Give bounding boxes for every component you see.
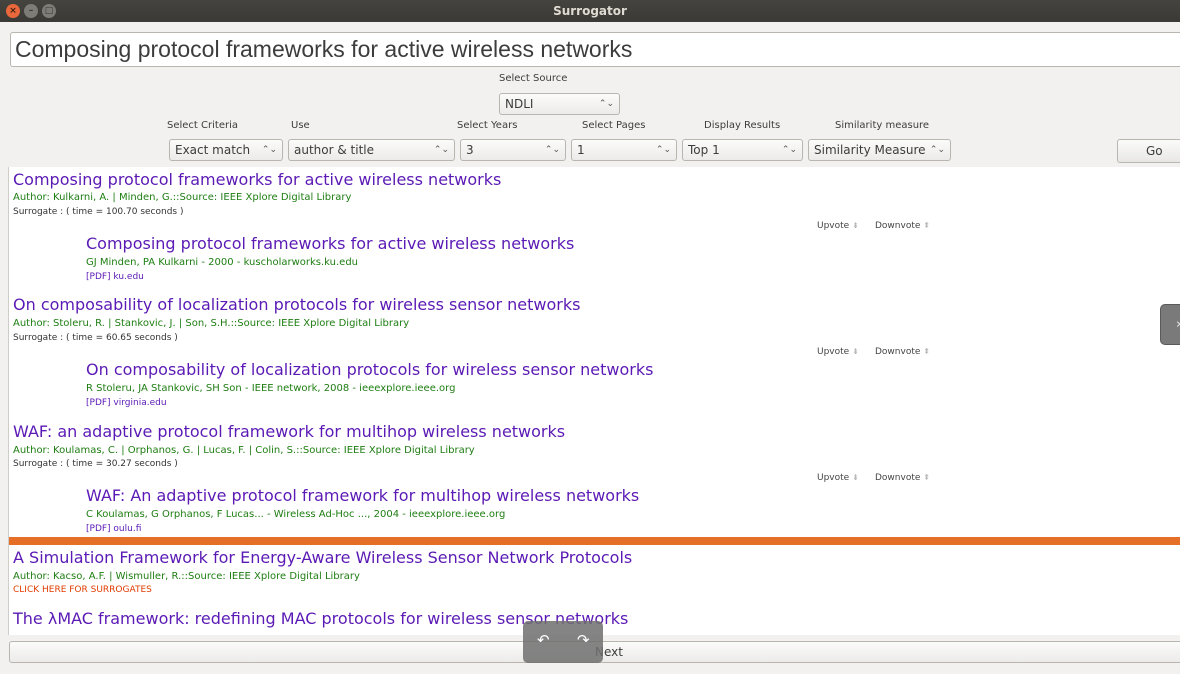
chevron-updown-icon: ⌃⌄ <box>598 99 614 109</box>
upvote-icon: ⇟ <box>852 347 859 356</box>
upvote-button[interactable]: Upvote ⇟ <box>817 221 859 231</box>
result-author: Author: Kacso, A.F. | Wismuller, R.::Sou… <box>13 571 360 582</box>
redo-arrow-icon[interactable]: ↷ <box>577 631 590 649</box>
result-author: Author: Kulkarni, A. | Minden, G.::Sourc… <box>13 192 352 203</box>
surrogate-title[interactable]: On composability of localization protoco… <box>86 360 653 379</box>
surrogate-pdf-link[interactable]: [PDF] virginia.edu <box>86 398 167 408</box>
window-titlebar: × – □ Surrogator <box>0 0 1180 22</box>
select-years-label: Select Years <box>457 120 518 131</box>
surrogate-pdf-link[interactable]: [PDF] oulu.fi <box>86 524 141 534</box>
criteria-select[interactable]: Exact match ⌃⌄ <box>169 139 283 161</box>
chevron-updown-icon: ⌃⌄ <box>433 145 449 155</box>
similarity-measure-select[interactable]: Similarity Measure ⌃⌄ <box>808 139 951 161</box>
select-pages-label: Select Pages <box>582 120 646 131</box>
years-select[interactable]: 3 ⌃⌄ <box>460 139 566 161</box>
chevron-updown-icon: ⌃⌄ <box>781 145 797 155</box>
maximize-window-icon[interactable]: □ <box>42 4 56 18</box>
use-select-value: author & title <box>294 143 374 157</box>
query-input[interactable]: Composing protocol frameworks for active… <box>10 32 1180 67</box>
pages-select[interactable]: 1 ⌃⌄ <box>571 139 677 161</box>
result-author: Author: Stoleru, R. | Stankovic, J. | So… <box>13 318 410 329</box>
years-select-value: 3 <box>466 143 474 157</box>
chevron-updown-icon: ⌃⌄ <box>655 145 671 155</box>
result-author: Author: Koulamas, C. | Orphanos, G. | Lu… <box>13 445 475 456</box>
downvote-label: Downvote <box>875 347 921 357</box>
upvote-icon: ⇟ <box>852 221 859 230</box>
result-title[interactable]: Composing protocol frameworks for active… <box>13 170 501 189</box>
select-criteria-label: Select Criteria <box>167 120 238 131</box>
chevron-right-icon: › <box>1176 317 1180 332</box>
downvote-label: Downvote <box>875 221 921 231</box>
downvote-button[interactable]: Downvote ⇞ <box>875 473 930 483</box>
downvote-icon: ⇞ <box>923 473 930 482</box>
display-results-value: Top 1 <box>688 143 720 157</box>
display-results-label: Display Results <box>704 120 781 131</box>
go-button[interactable]: Go <box>1117 139 1180 163</box>
result-title[interactable]: On composability of localization protoco… <box>13 295 580 314</box>
result-surrogate-time: Surrogate : ( time = 100.70 seconds ) <box>13 207 184 217</box>
upvote-label: Upvote <box>817 347 850 357</box>
window-title: Surrogator <box>553 4 627 18</box>
downvote-icon: ⇞ <box>923 347 930 356</box>
downvote-icon: ⇞ <box>923 221 930 230</box>
result-title[interactable]: WAF: an adaptive protocol framework for … <box>13 422 565 441</box>
similarity-measure-label: Similarity measure <box>835 120 930 131</box>
upvote-label: Upvote <box>817 221 850 231</box>
surrogate-source: GJ Minden, PA Kulkarni - 2000 - kuschola… <box>86 257 359 268</box>
display-results-select[interactable]: Top 1 ⌃⌄ <box>682 139 803 161</box>
undo-arrow-icon[interactable]: ↶ <box>537 631 550 649</box>
gesture-overlay[interactable]: ↶ ↷ <box>523 621 603 663</box>
use-label: Use <box>291 120 310 131</box>
chevron-updown-icon: ⌃⌄ <box>261 145 277 155</box>
results-panel[interactable]: Composing protocol frameworks for active… <box>8 167 1180 635</box>
results-divider <box>9 537 1180 545</box>
result-surrogate-time: Surrogate : ( time = 30.27 seconds ) <box>13 459 178 469</box>
chevron-updown-icon: ⌃⌄ <box>929 145 945 155</box>
pages-select-value: 1 <box>577 143 585 157</box>
surrogate-pdf-link[interactable]: [PDF] ku.edu <box>86 272 144 282</box>
criteria-select-value: Exact match <box>175 143 251 157</box>
surrogate-title[interactable]: Composing protocol frameworks for active… <box>86 234 574 253</box>
upvote-label: Upvote <box>817 473 850 483</box>
downvote-button[interactable]: Downvote ⇞ <box>875 347 930 357</box>
click-for-surrogates-link[interactable]: CLICK HERE FOR SURROGATES <box>13 585 152 595</box>
surrogate-title[interactable]: WAF: An adaptive protocol framework for … <box>86 486 639 505</box>
upvote-button[interactable]: Upvote ⇟ <box>817 473 859 483</box>
chevron-updown-icon: ⌃⌄ <box>544 145 560 155</box>
result-title[interactable]: A Simulation Framework for Energy-Aware … <box>13 548 632 567</box>
minimize-window-icon[interactable]: – <box>24 4 38 18</box>
upvote-icon: ⇟ <box>852 473 859 482</box>
surrogate-source: C Koulamas, G Orphanos, F Lucas... - Wir… <box>86 509 506 520</box>
use-select[interactable]: author & title ⌃⌄ <box>288 139 455 161</box>
result-surrogate-time: Surrogate : ( time = 60.65 seconds ) <box>13 333 178 343</box>
upvote-button[interactable]: Upvote ⇟ <box>817 347 859 357</box>
side-panel-toggle[interactable]: › <box>1160 304 1180 345</box>
surrogate-source: R Stoleru, JA Stankovic, SH Son - IEEE n… <box>86 383 456 394</box>
select-source-label: Select Source <box>499 73 568 84</box>
downvote-label: Downvote <box>875 473 921 483</box>
similarity-measure-value: Similarity Measure <box>814 143 926 157</box>
source-select-value: NDLI <box>505 97 534 111</box>
close-window-icon[interactable]: × <box>6 4 20 18</box>
downvote-button[interactable]: Downvote ⇞ <box>875 221 930 231</box>
source-select[interactable]: NDLI ⌃⌄ <box>499 93 620 115</box>
